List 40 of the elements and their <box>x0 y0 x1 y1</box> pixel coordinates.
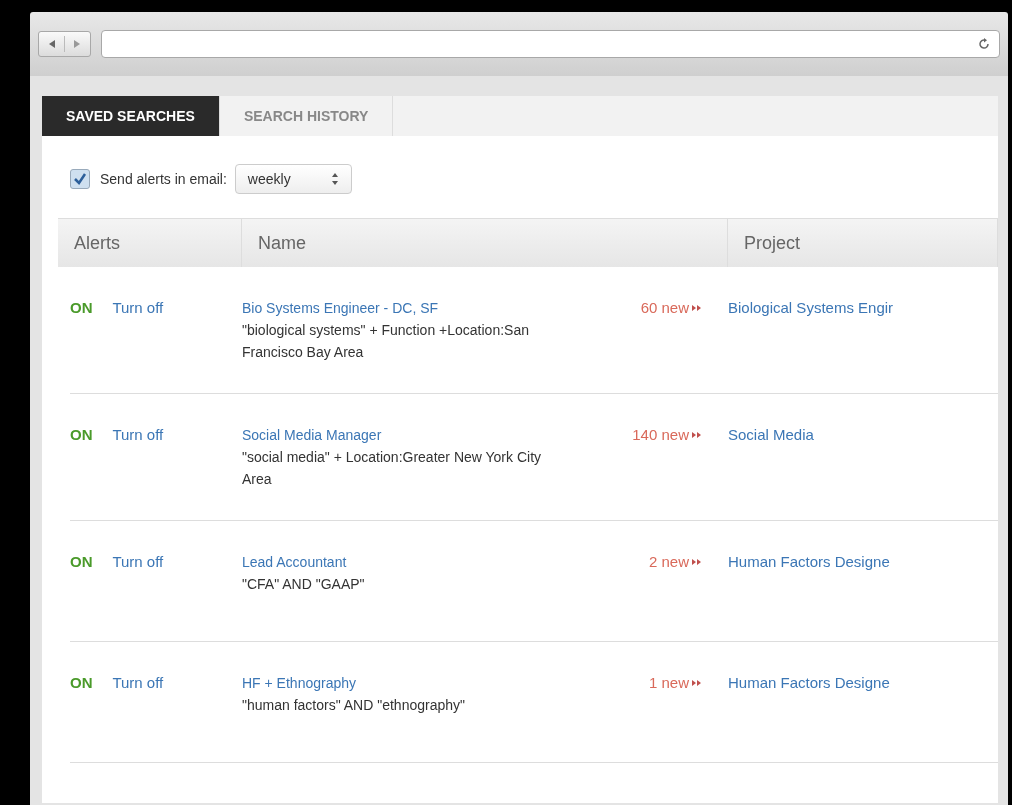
double-arrow-icon <box>692 431 702 439</box>
search-query: "CFA" AND "GAAP" <box>242 575 366 594</box>
double-arrow-icon <box>692 679 702 687</box>
search-query: "social media" + Location:Greater New York City Area <box>242 448 543 489</box>
new-results-link[interactable]: 1 new <box>562 672 718 694</box>
column-header: Alerts <box>58 219 242 267</box>
search-query: "human factors" AND "ethnography" <box>242 696 466 715</box>
checkbox-label: Send alerts in email: <box>100 171 227 187</box>
new-results-link[interactable]: 60 new <box>562 297 718 319</box>
checkbox[interactable] <box>70 169 90 189</box>
alert-status: ON <box>70 426 93 443</box>
updown-icon <box>330 172 339 186</box>
back-forward-buttons[interactable] <box>38 31 91 57</box>
double-arrow-icon <box>692 558 702 566</box>
new-results-link[interactable]: 2 new <box>562 551 718 573</box>
back-icon[interactable] <box>47 39 57 49</box>
search-query: "biological systems" + Function +Location:San Francisco Bay Area <box>242 321 530 362</box>
search-name-link[interactable]: HF + Ethnography <box>242 672 562 694</box>
turn-off-link[interactable]: Turn off <box>112 299 164 316</box>
column-header: Name <box>242 219 728 267</box>
column-header: Project <box>728 219 998 267</box>
turn-off-link[interactable]: Turn off <box>112 426 164 443</box>
turn-off-link[interactable]: Turn off <box>112 674 164 691</box>
search-name-link[interactable]: Lead Accountant <box>242 551 562 573</box>
forward-icon[interactable] <box>72 39 82 49</box>
project-link[interactable]: Human Factors Designe <box>728 553 890 570</box>
search-name-link[interactable]: Bio Systems Engineer - DC, SF <box>242 297 562 319</box>
tab[interactable]: SAVED SEARCHES <box>42 96 220 136</box>
alert-status: ON <box>70 674 93 691</box>
project-link[interactable]: Biological Systems Engir <box>728 299 894 316</box>
project-link[interactable]: Social Media <box>728 426 814 443</box>
frequency-select[interactable]: weekly <box>234 164 352 194</box>
reload-icon[interactable] <box>977 37 991 51</box>
project-link[interactable]: Human Factors Designe <box>728 674 890 691</box>
new-results-link[interactable]: 140 new <box>562 424 718 446</box>
search-name-link[interactable]: Social Media Manager <box>242 424 562 446</box>
alert-status: ON <box>70 553 93 570</box>
alert-status: ON <box>70 299 93 316</box>
double-arrow-icon <box>692 304 702 312</box>
turn-off-link[interactable]: Turn off <box>112 553 164 570</box>
